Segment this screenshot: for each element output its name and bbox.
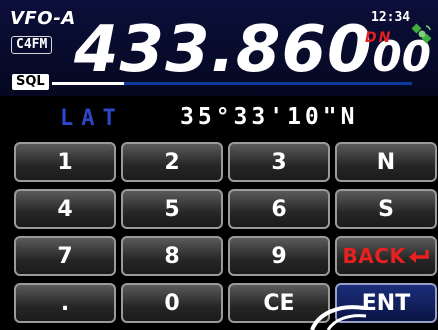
- frequency-main: 433.860: [74, 13, 373, 87]
- key-south[interactable]: S: [335, 189, 437, 229]
- key-north[interactable]: N: [335, 142, 437, 182]
- key-4[interactable]: 4: [14, 189, 116, 229]
- keypad: 1 2 3 N 4 5 6 S 7 8 9 BACK . 0 CE ENT: [14, 142, 437, 329]
- vfo-label: VFO-A: [10, 8, 76, 29]
- sql-level-fill: [52, 82, 124, 85]
- clock: 12:34: [371, 10, 411, 25]
- dn-indicator: DN: [365, 30, 393, 46]
- key-0[interactable]: 0: [121, 283, 223, 323]
- sql-level-bar: [52, 82, 412, 85]
- key-5[interactable]: 5: [121, 189, 223, 229]
- satellite-icon: [411, 23, 432, 44]
- entry-value: 35°33'10"N: [180, 104, 359, 130]
- key-2[interactable]: 2: [121, 142, 223, 182]
- entry-label: LAT: [60, 106, 124, 131]
- touch-pointer-icon: [310, 305, 367, 330]
- mode-badge: C4FM: [11, 36, 53, 54]
- back-button[interactable]: BACK: [335, 236, 437, 276]
- key-1[interactable]: 1: [14, 142, 116, 182]
- key-9[interactable]: 9: [228, 236, 330, 276]
- key-3[interactable]: 3: [228, 142, 330, 182]
- key-6[interactable]: 6: [228, 189, 330, 229]
- key-7[interactable]: 7: [14, 236, 116, 276]
- frequency-display: 433.86000: [74, 18, 431, 89]
- back-arrow-icon: [409, 250, 430, 263]
- key-dot[interactable]: .: [14, 283, 116, 323]
- key-8[interactable]: 8: [121, 236, 223, 276]
- back-label: BACK: [342, 244, 406, 268]
- sql-label: SQL: [12, 74, 49, 90]
